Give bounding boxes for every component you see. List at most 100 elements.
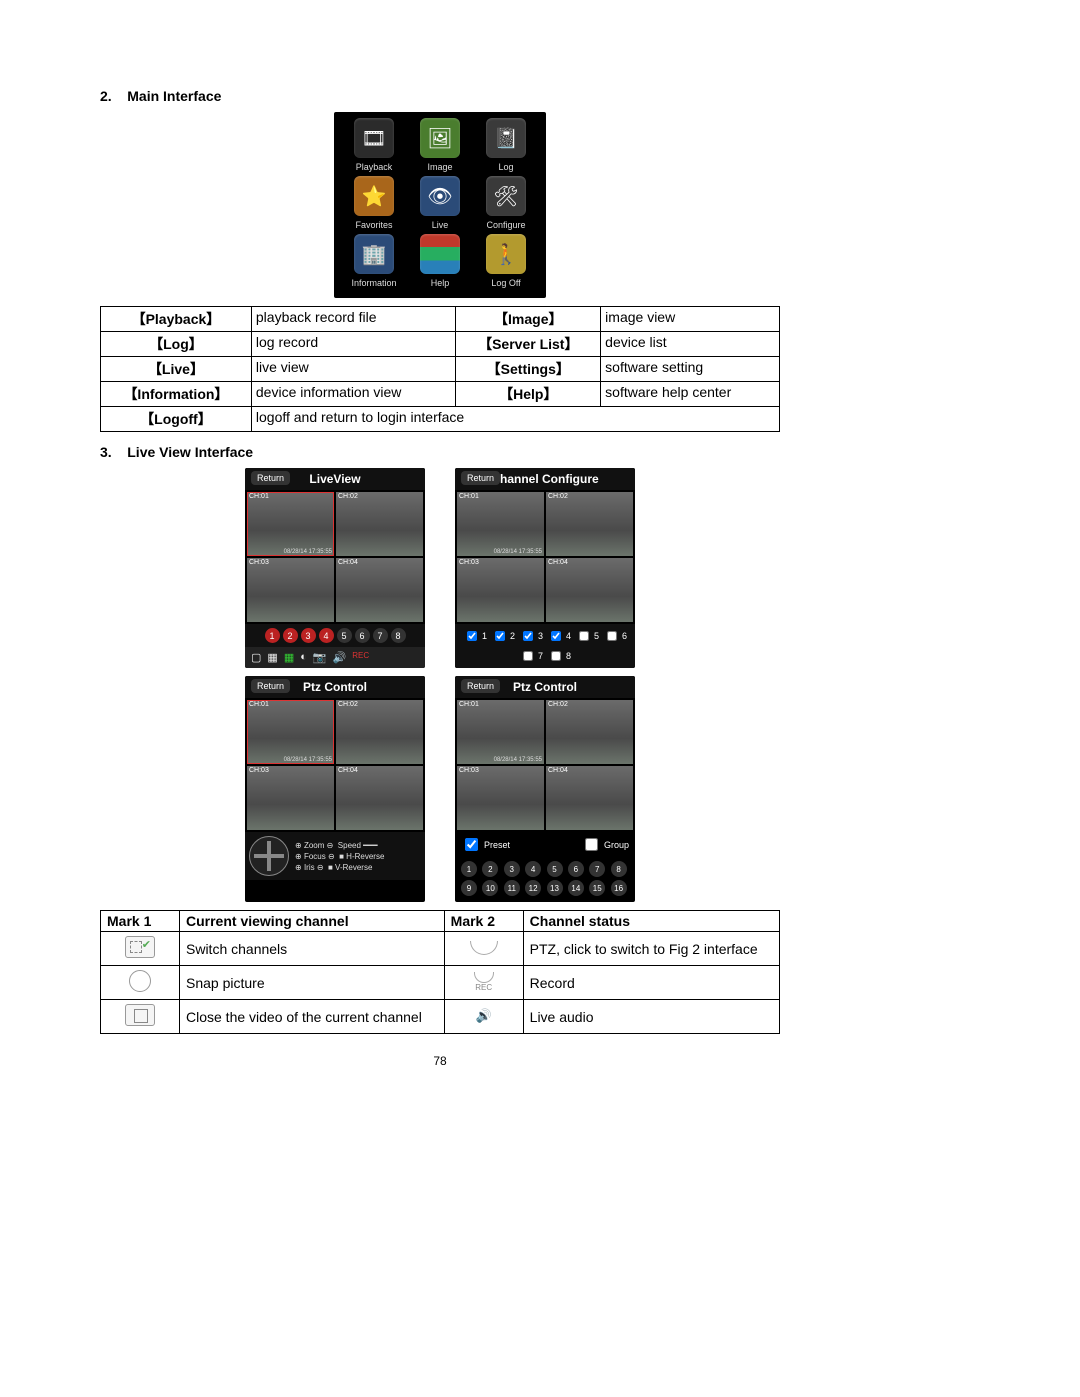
toolbar-grid-icon[interactable]: ▦: [284, 651, 294, 664]
mark2-icon-cell: [444, 932, 523, 966]
liveview-mockup-row-2: Return Ptz Control CH:0108/28/14 17:35:5…: [100, 676, 780, 902]
preset-12[interactable]: 12: [525, 880, 541, 896]
mark2-desc: PTZ, click to switch to Fig 2 interface: [523, 932, 779, 966]
return-button[interactable]: Return: [251, 679, 290, 693]
app-log[interactable]: 📓Log: [476, 118, 536, 172]
preset-3[interactable]: 3: [504, 861, 520, 877]
preset-16[interactable]: 16: [611, 880, 627, 896]
toolbar-single-icon[interactable]: ▢: [251, 651, 261, 664]
return-button[interactable]: Return: [251, 471, 290, 485]
ptz-dpad[interactable]: [249, 836, 289, 876]
preset-10[interactable]: 10: [482, 880, 498, 896]
app-label: Help: [431, 278, 450, 288]
preset-14[interactable]: 14: [568, 880, 584, 896]
app-label: Log Off: [491, 278, 520, 288]
preset-7[interactable]: 7: [589, 861, 605, 877]
app-label: Configure: [486, 220, 525, 230]
toolbar-quad-icon[interactable]: ▦: [267, 651, 277, 664]
chk-5[interactable]: [579, 631, 589, 641]
def-val: log record: [251, 332, 456, 357]
channel-number-row: 1234 5678: [245, 624, 425, 647]
chk-1[interactable]: [467, 631, 477, 641]
phone-title-ptz2: Ptz Control: [513, 680, 577, 694]
app-live[interactable]: 👁Live: [410, 176, 470, 230]
preset-2[interactable]: 2: [482, 861, 498, 877]
app-help[interactable]: Help: [410, 234, 470, 288]
group-chk[interactable]: [585, 838, 598, 851]
app-label: Image: [427, 162, 452, 172]
phone-ptz-control: Return Ptz Control CH:0108/28/14 17:35:5…: [245, 676, 425, 902]
chk-8[interactable]: [551, 651, 561, 661]
channel-check-row: 1 2 3 4 5 6 7 8: [455, 624, 635, 668]
mi-ptz-icon: [470, 937, 498, 957]
app-configure[interactable]: 🛠 Configure: [476, 176, 536, 230]
chk-3[interactable]: [523, 631, 533, 641]
def-val: live view: [251, 357, 456, 382]
chk-7[interactable]: [523, 651, 533, 661]
def-key: 【Playback】: [101, 307, 252, 332]
section-3-heading: 3. Live View Interface: [100, 444, 780, 460]
phone-liveview: Return LiveView CH:0108/28/14 17:35:55 C…: [245, 468, 425, 668]
preset-11[interactable]: 11: [504, 880, 520, 896]
app-information[interactable]: 🏢 Information: [344, 234, 404, 288]
mark2-desc: Record: [523, 966, 779, 1000]
toolbar-audio-icon[interactable]: 🔊: [333, 651, 347, 664]
app-image[interactable]: 🖼Image: [410, 118, 470, 172]
preset-1[interactable]: 1: [461, 861, 477, 877]
chk-4[interactable]: [551, 631, 561, 641]
toolbar-snap-icon[interactable]: 📷: [313, 651, 327, 664]
log-off-icon: 🚶: [486, 234, 526, 274]
mi-close-icon: [125, 1004, 155, 1026]
section-3-title: Live View Interface: [127, 444, 253, 460]
def-val: playback record file: [251, 307, 456, 332]
phone-title-ptz: Ptz Control: [303, 680, 367, 694]
preset-5[interactable]: 5: [547, 861, 563, 877]
def-val: image view: [601, 307, 780, 332]
app-playback[interactable]: 🎞Playback: [344, 118, 404, 172]
def-val: software help center: [601, 382, 780, 407]
chk-6[interactable]: [607, 631, 617, 641]
chk-2[interactable]: [495, 631, 505, 641]
def-key: 【Settings】: [456, 357, 601, 382]
phone-ptz-preset: Return Ptz Control CH:0108/28/14 17:35:5…: [455, 676, 635, 902]
return-button[interactable]: Return: [461, 679, 500, 693]
preset-15[interactable]: 15: [589, 880, 605, 896]
mi-switch-icon: [125, 936, 155, 958]
def-val: logoff and return to login interface: [251, 407, 779, 432]
channel-status-header: Channel status: [523, 911, 779, 932]
preset-4[interactable]: 4: [525, 861, 541, 877]
def-key: 【Logoff】: [101, 407, 252, 432]
toolbar-rec[interactable]: REC: [352, 651, 369, 664]
def-key: 【Image】: [456, 307, 601, 332]
preset-8[interactable]: 8: [611, 861, 627, 877]
app-label: Playback: [356, 162, 393, 172]
mark2-icon-cell: REC: [444, 966, 523, 1000]
mark2-header: Mark 2: [444, 911, 523, 932]
app-label: Live: [432, 220, 449, 230]
ptz-panel: ⊕ Zoom ⊖ Speed ━━━ ⊕ Focus ⊖ ■ H-Reverse…: [245, 832, 425, 880]
configure-icon: 🛠: [486, 176, 526, 216]
def-key: 【Server List】: [456, 332, 601, 357]
phone-channel-configure: Return Channel Configure CH:0108/28/14 1…: [455, 468, 635, 668]
mark1-desc: Close the video of the current channel: [180, 1000, 445, 1034]
preset-13[interactable]: 13: [547, 880, 563, 896]
app-favorites[interactable]: ⭐Favorites: [344, 176, 404, 230]
information-icon: 🏢: [354, 234, 394, 274]
section-3-number: 3.: [100, 444, 112, 460]
toolbar-ptz-icon[interactable]: ◐: [300, 651, 307, 664]
def-val: device information view: [251, 382, 456, 407]
page-number: 78: [100, 1054, 780, 1068]
preset-chk[interactable]: [465, 838, 478, 851]
mark1-header: Mark 1: [101, 911, 180, 932]
app-label: Information: [351, 278, 396, 288]
def-key: 【Live】: [101, 357, 252, 382]
mi-snap-icon: [129, 970, 151, 992]
return-button[interactable]: Return: [461, 471, 500, 485]
phone-title-liveview: LiveView: [309, 472, 360, 486]
app-log-off[interactable]: 🚶 Log Off: [476, 234, 536, 288]
current-channel-header: Current viewing channel: [180, 911, 445, 932]
preset-6[interactable]: 6: [568, 861, 584, 877]
preset-9[interactable]: 9: [461, 880, 477, 896]
section-2-heading: 2. Main Interface: [100, 88, 780, 104]
mark1-icon-cell: [101, 966, 180, 1000]
